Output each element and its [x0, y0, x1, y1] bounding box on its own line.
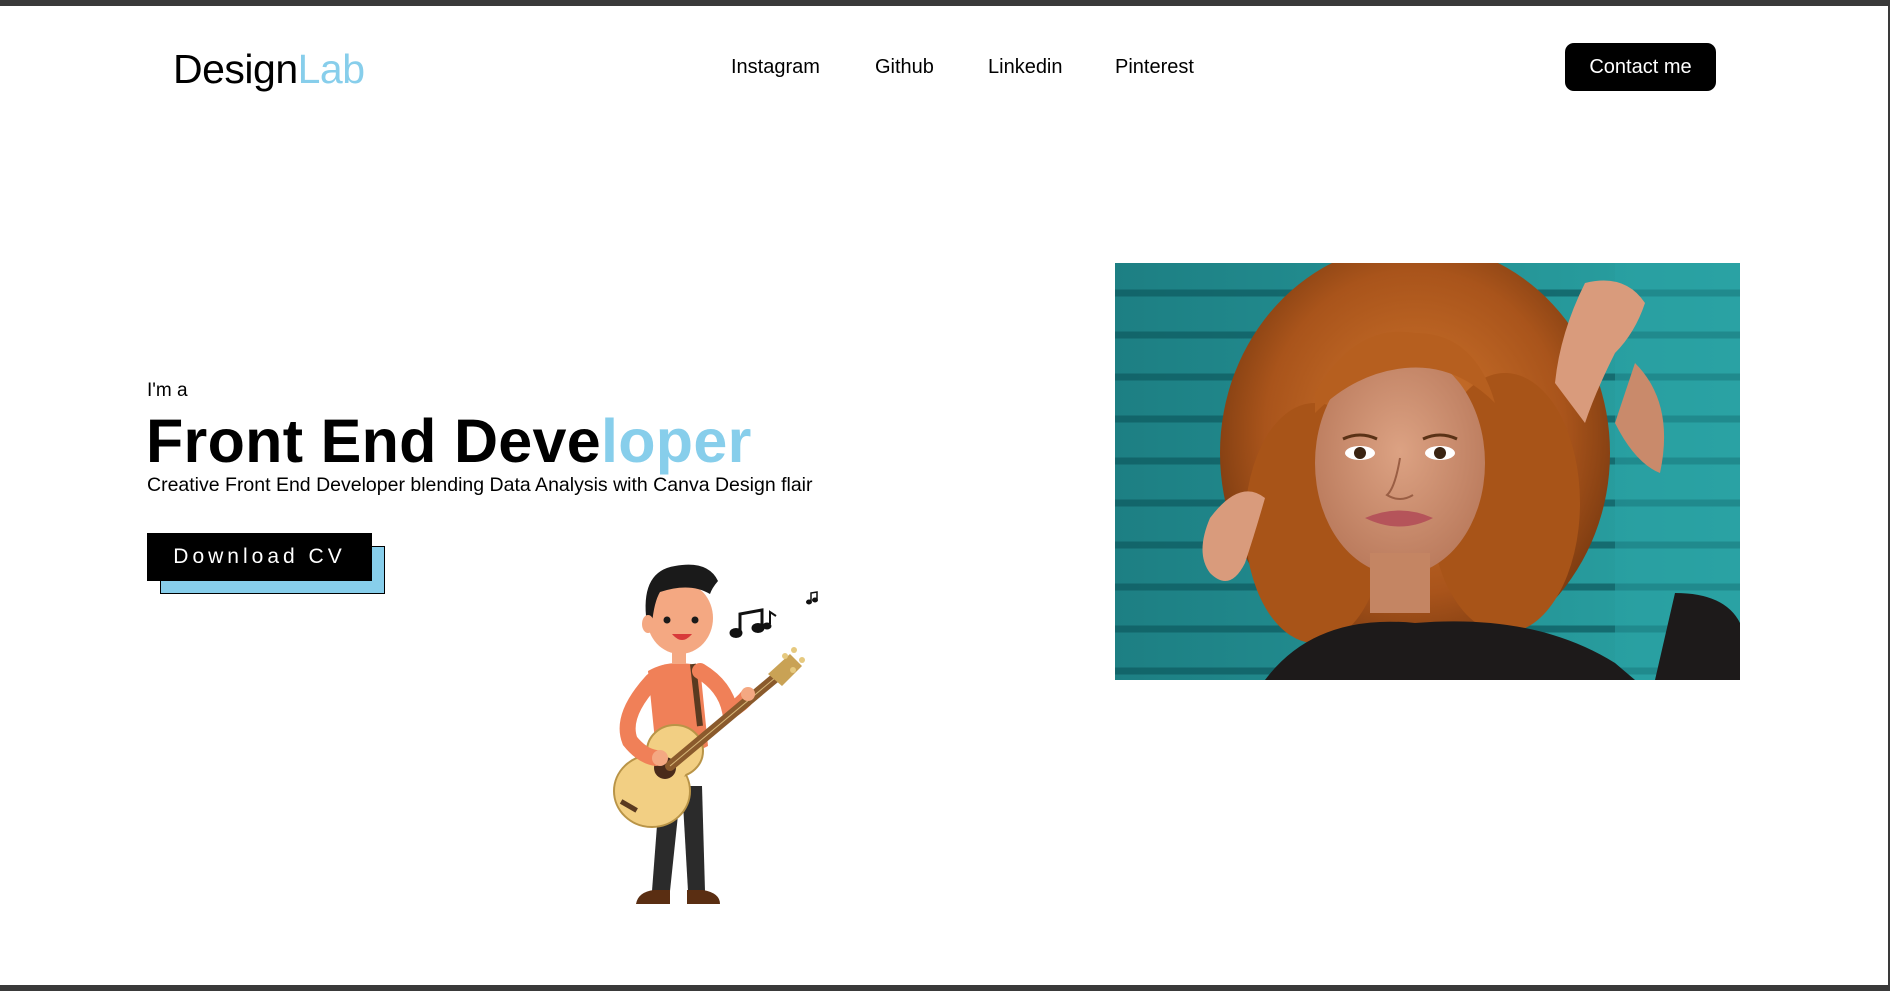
- logo-accent: Lab: [297, 46, 365, 92]
- guitar-player-illustration: [613, 564, 818, 904]
- hero-intro: I'm a: [147, 380, 188, 401]
- woman-curly-hair-portrait: [1115, 263, 1740, 680]
- page: DesignLab Instagram Github Linkedin Pint…: [0, 6, 1888, 985]
- logo-primary: Design: [173, 46, 298, 92]
- nav-link-linkedin[interactable]: Linkedin: [988, 56, 1063, 79]
- download-cv-button[interactable]: Download CV: [147, 533, 372, 581]
- hero-headline: Front End Developer: [146, 406, 752, 476]
- nav-link-pinterest[interactable]: Pinterest: [1115, 56, 1194, 79]
- headline-accent: loper: [600, 407, 752, 475]
- contact-button[interactable]: Contact me: [1565, 43, 1716, 91]
- nav-link-instagram[interactable]: Instagram: [731, 56, 820, 79]
- site-logo[interactable]: DesignLab: [173, 46, 365, 93]
- music-notes-icon: [729, 591, 818, 638]
- hero-tagline: Creative Front End Developer blending Da…: [147, 474, 813, 496]
- nav-link-github[interactable]: Github: [875, 56, 934, 79]
- headline-main: Front End Deve: [146, 407, 601, 475]
